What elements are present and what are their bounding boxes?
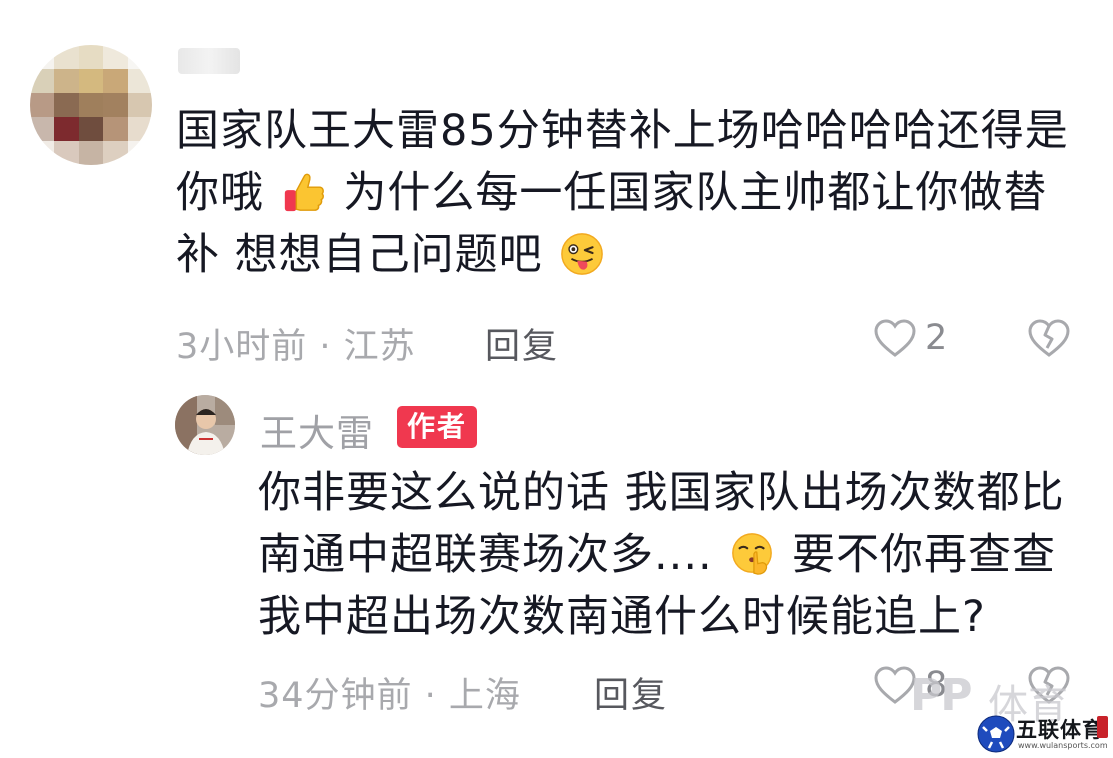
comment-time-location: 3小时前 · 江苏 [176,327,416,367]
site-logo-seal [1097,716,1108,738]
broken-heart-icon[interactable] [1027,318,1071,358]
tongue-wink-icon [561,233,604,275]
reply-reply-button[interactable]: 回复 [594,667,668,718]
author-avatar-image [175,395,235,455]
comment-like-count: 2 [925,318,948,358]
reply-text: 你非要这么说的话 我国家队出场次数都比南通中超联赛场次多.... 要不你再查查我… [258,462,1078,648]
site-logo-url: www.wulansports.com [1018,741,1108,750]
reply-time-location: 34分钟前 · 上海 [258,676,521,716]
soccer-ball-icon [977,715,1015,753]
heart-icon[interactable] [873,318,917,358]
author-name[interactable]: 王大雷 [260,403,374,457]
author-badge: 作者 [397,406,478,448]
commenter-avatar[interactable] [30,45,152,165]
comment-reply-button[interactable]: 回复 [485,318,559,369]
comment-text: 国家队王大雷85分钟替补上场哈哈哈哈还得是你哦 为什么每一任国家队主帅都让你做替… [176,100,1076,286]
thumbs-up-icon [284,173,324,212]
shushing-face-icon [732,533,773,575]
author-avatar[interactable] [175,395,235,455]
site-logo-text: 五联体育 [1016,717,1104,742]
pp-watermark-logo: PP [910,670,972,721]
commenter-username[interactable] [178,48,240,74]
